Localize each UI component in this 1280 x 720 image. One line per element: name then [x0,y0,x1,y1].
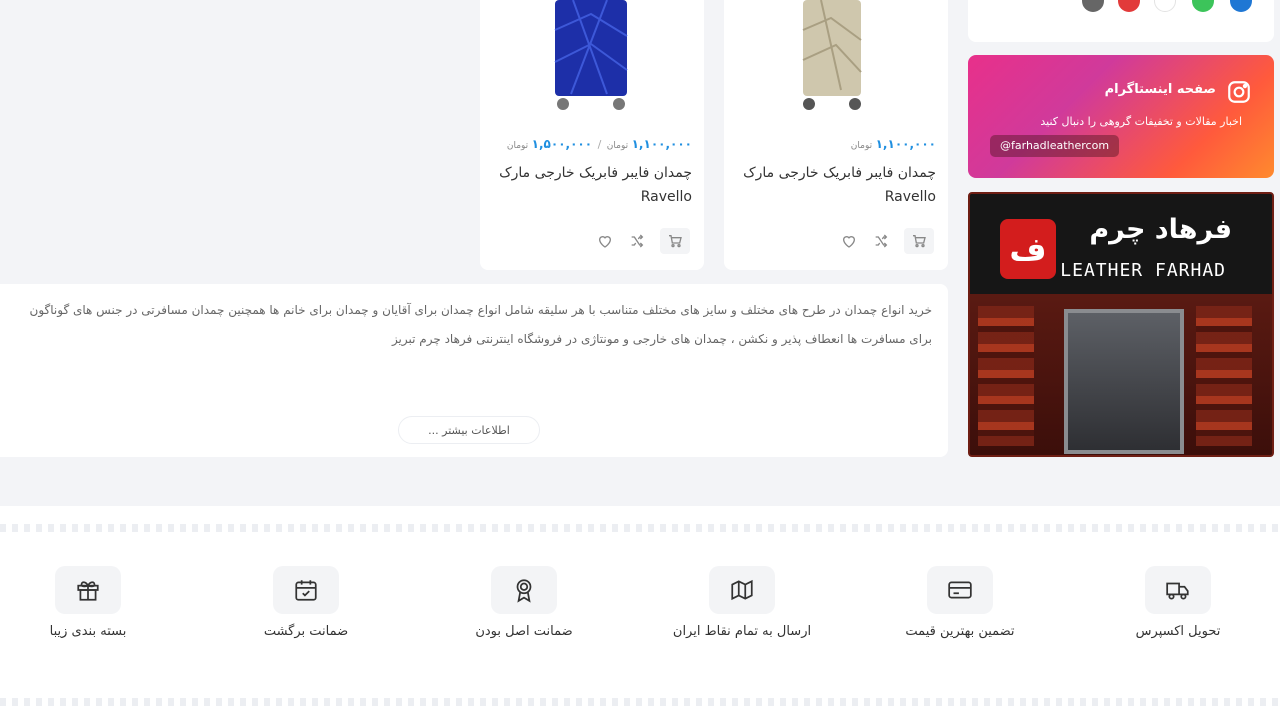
calendar-check-icon [273,566,339,614]
color-swatch[interactable] [1154,0,1176,12]
color-filter [968,0,1274,42]
store-sign: ف فرهاد چرم LEATHER FARHAD [970,194,1272,294]
price: ۱,۱۰۰,۰۰۰ [875,137,936,151]
old-price: ۱,۵۰۰,۰۰۰ [531,137,593,151]
old-currency: تومان [506,141,529,151]
cart-icon[interactable] [660,228,690,254]
feature-label: ضمانت برگشت [263,624,349,639]
suitcase-image[interactable] [537,0,647,112]
features-strip: تحویل اکسپرس تضمین بهترین قیمت ارسال به … [0,506,1280,720]
instagram-handle[interactable]: @farhadleathercom [990,135,1120,157]
more-info-button[interactable]: اطلاعات بیشتر ... [398,416,540,444]
award-icon [491,566,557,614]
feature-label: ضمانت اصل بودن [475,624,573,639]
cart-icon[interactable] [904,228,934,254]
heart-icon[interactable] [836,228,862,254]
store-shelf [1196,306,1252,446]
product-card[interactable]: ۱,۱۰۰,۰۰۰ تومان / ۱,۵۰۰,۰۰۰ تومان چمدان … [480,0,704,270]
credit-card-icon [927,566,993,614]
heart-icon[interactable] [592,228,618,254]
feature-label: تحویل اکسپرس [1135,624,1221,639]
feature-label: ارسال به تمام نقاط ایران [672,624,812,639]
price-row: ۱,۱۰۰,۰۰۰ تومان / ۱,۵۰۰,۰۰۰ تومان [507,137,692,151]
feature-item: تحویل اکسپرس [1078,566,1278,639]
currency: تومان [850,141,873,151]
color-swatch[interactable] [1192,0,1214,12]
price: ۱,۱۰۰,۰۰۰ [631,137,692,151]
price-separator: / [597,138,602,151]
feature-item: ضمانت اصل بودن [424,566,624,639]
map-icon [709,566,775,614]
divider [0,524,1280,532]
store-sign-fa: فرهاد چرم [1089,214,1232,245]
instagram-title: صفحه اینستاگرام [1104,82,1216,97]
feature-label: بسته بندی زیبا [49,624,127,639]
product-title[interactable]: چمدان فایبر فابریک خارجی مارک Ravello [492,161,692,209]
currency: تومان [606,141,629,151]
product-title-text[interactable]: چمدان فایبر فابریک خارجی مارک [743,165,936,181]
product-title-text[interactable]: چمدان فایبر فابریک خارجی مارک [499,165,692,181]
product-brand[interactable]: Ravello [492,185,692,209]
color-swatch[interactable] [1230,0,1252,12]
compare-icon[interactable] [624,228,650,254]
suitcase-image[interactable] [781,0,891,112]
price-row: ۱,۱۰۰,۰۰۰ تومان [851,137,936,151]
feature-label: تضمین بهترین قیمت [905,624,1015,639]
instagram-banner[interactable]: صفحه اینستاگرام اخبار مقالات و تخفیفات گ… [968,55,1274,178]
compare-icon[interactable] [868,228,894,254]
divider [0,698,1280,706]
color-swatch[interactable] [1082,0,1104,12]
feature-item: ضمانت برگشت [206,566,406,639]
product-brand[interactable]: Ravello [736,185,936,209]
description-text: خرید انواع چمدان در طرح های مختلف و سایز… [29,303,932,346]
store-shelf [978,306,1034,446]
truck-icon [1145,566,1211,614]
store-banner[interactable]: ف فرهاد چرم LEATHER FARHAD [968,192,1274,457]
store-sign-en: LEATHER FARHAD [1060,260,1226,281]
store-door [1064,309,1184,454]
feature-item: بسته بندی زیبا [0,566,188,639]
instagram-icon [1228,81,1250,103]
feature-item: ارسال به تمام نقاط ایران [642,566,842,639]
product-card[interactable]: ۱,۱۰۰,۰۰۰ تومان چمدان فایبر فابریک خارجی… [724,0,948,270]
gift-icon [55,566,121,614]
feature-item: تضمین بهترین قیمت [860,566,1060,639]
instagram-subtitle: اخبار مقالات و تخفیفات گروهی را دنبال کن… [1040,115,1242,128]
color-swatch[interactable] [1118,0,1140,12]
store-logo: ف [1000,219,1056,279]
product-title[interactable]: چمدان فایبر فابریک خارجی مارک Ravello [736,161,936,209]
